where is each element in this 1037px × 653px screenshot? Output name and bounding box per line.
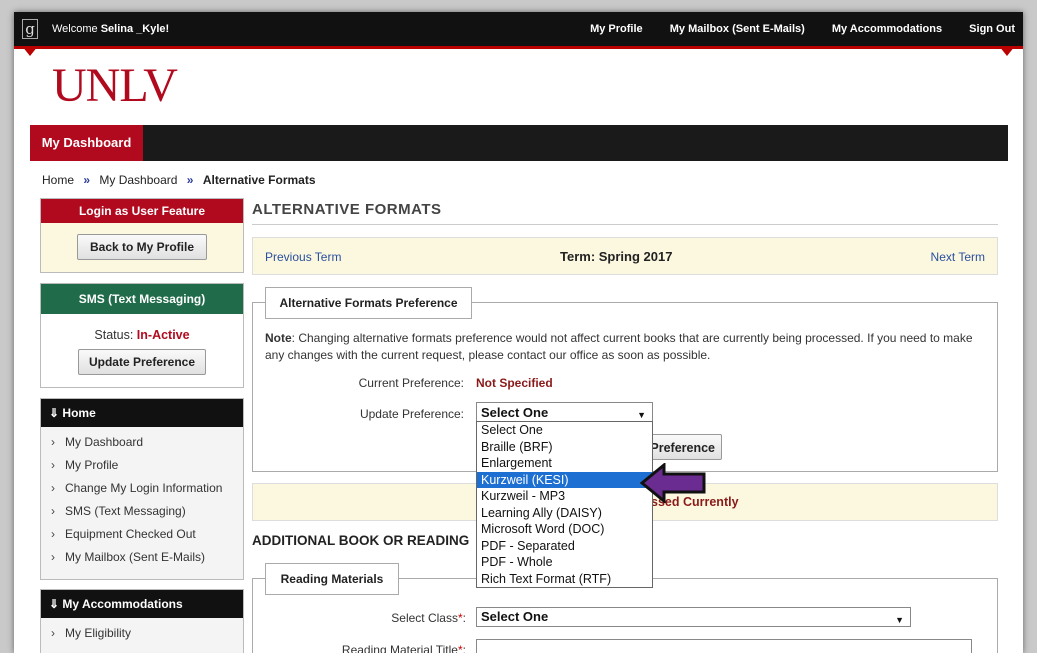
accommodations-nav-header[interactable]: ⇓ My Accommodations	[41, 590, 243, 618]
select-class-label: Select Class*:	[391, 611, 466, 625]
breadcrumb-separator-icon: »	[83, 173, 91, 187]
sms-status-value: In-Active	[136, 328, 190, 342]
chevron-right-icon: ›	[51, 504, 55, 518]
dropdown-arrow-icon: ▼	[895, 615, 904, 625]
accent-triangle-right	[999, 46, 1015, 56]
current-preference-label: Current Preference:	[358, 376, 464, 390]
breadcrumb-current: Alternative Formats	[202, 173, 316, 187]
sidebar-item-my-dashboard[interactable]: › My Dashboard	[41, 431, 243, 454]
sidebar-item-change-login[interactable]: › Change My Login Information	[41, 477, 243, 500]
page-title: ALTERNATIVE FORMATS	[252, 201, 442, 218]
chevron-right-icon: ›	[51, 481, 55, 495]
nav-my-profile[interactable]: My Profile	[590, 23, 643, 35]
reading-title-input[interactable]	[476, 639, 972, 653]
preference-legend: Alternative Formats Preference	[265, 287, 472, 319]
breadcrumb-dashboard[interactable]: My Dashboard	[99, 173, 177, 187]
breadcrumb-home[interactable]: Home	[42, 173, 74, 187]
welcome-message: Welcome Selina _Kyle!	[52, 23, 170, 35]
previous-term-link[interactable]: Previous Term	[265, 250, 341, 264]
login-as-user-panel: Login as User Feature Back to My Profile	[40, 198, 244, 273]
chevron-right-icon: ›	[51, 527, 55, 541]
user-name: Selina _Kyle!	[100, 23, 170, 35]
chevron-right-icon: ›	[51, 458, 55, 472]
reading-materials-legend: Reading Materials	[265, 563, 399, 595]
option-pdf-separated[interactable]: PDF - Separated	[477, 538, 652, 555]
chevron-right-icon: ›	[51, 626, 55, 640]
breadcrumb: Home » My Dashboard » Alternative Format…	[42, 173, 316, 187]
option-rtf[interactable]: Rich Text Format (RTF)	[477, 571, 652, 588]
option-select-one[interactable]: Select One	[477, 422, 652, 439]
tab-my-dashboard[interactable]: My Dashboard	[30, 125, 143, 161]
browser-page: g Welcome Selina _Kyle! My Profile My Ma…	[14, 12, 1023, 653]
chevron-right-icon: ›	[51, 435, 55, 449]
sms-title: SMS (Text Messaging)	[41, 284, 243, 314]
login-as-user-title: Login as User Feature	[41, 199, 243, 223]
update-preference-label: Update Preference:	[359, 407, 464, 421]
accent-triangle-left	[22, 46, 38, 56]
option-microsoft-word[interactable]: Microsoft Word (DOC)	[477, 521, 652, 538]
reading-title-label: Reading Material Title*:	[341, 643, 466, 653]
option-pdf-whole[interactable]: PDF - Whole	[477, 554, 652, 571]
preference-options-list: Select One Braille (BRF) Enlargement Kur…	[476, 421, 653, 588]
breadcrumb-separator-icon: »	[186, 173, 194, 187]
current-term: Term: Spring 2017	[560, 249, 673, 264]
home-nav-header[interactable]: ⇓ Home	[41, 399, 243, 427]
select-class-dropdown[interactable]: Select One ▼	[476, 607, 911, 627]
sms-panel: SMS (Text Messaging) Status: In-Active U…	[40, 283, 244, 388]
app-logo-icon[interactable]: g	[22, 19, 38, 39]
additional-book-title: ADDITIONAL BOOK OR READING	[252, 533, 470, 548]
chevron-right-icon: ›	[51, 550, 55, 564]
nav-my-accommodations[interactable]: My Accommodations	[832, 23, 942, 35]
top-nav: My Profile My Mailbox (Sent E-Mails) My …	[566, 23, 1015, 35]
sms-status: Status: In-Active	[94, 328, 190, 342]
sidebar-item-my-profile[interactable]: › My Profile	[41, 454, 243, 477]
preference-note: Note: Changing alternative formats prefe…	[265, 331, 973, 362]
title-divider	[252, 224, 998, 225]
option-enlargement[interactable]: Enlargement	[477, 455, 652, 472]
option-learning-ally[interactable]: Learning Ally (DAISY)	[477, 505, 652, 522]
sidebar-item-equipment[interactable]: › Equipment Checked Out	[41, 523, 243, 546]
back-to-profile-button[interactable]: Back to My Profile	[76, 234, 208, 260]
sidebar-item-sms[interactable]: › SMS (Text Messaging)	[41, 500, 243, 523]
unlv-logo[interactable]: UNLV	[52, 58, 178, 113]
double-chevron-down-icon: ⇓	[49, 406, 60, 420]
sidebar-item-mailbox[interactable]: › My Mailbox (Sent E-Mails)	[41, 546, 243, 569]
option-kurzweil-mp3[interactable]: Kurzweil - MP3	[477, 488, 652, 505]
double-chevron-down-icon: ⇓	[49, 597, 60, 611]
term-navigation: Previous Term Term: Spring 2017 Next Ter…	[252, 237, 998, 275]
accommodations-nav-panel: ⇓ My Accommodations › My Eligibility	[40, 589, 244, 653]
top-bar: g Welcome Selina _Kyle! My Profile My Ma…	[14, 12, 1023, 46]
option-kurzweil-kesi[interactable]: Kurzweil (KESI)	[477, 471, 652, 488]
current-preference-value: Not Specified	[476, 376, 553, 390]
header-accent-line	[14, 46, 1023, 49]
nav-my-mailbox[interactable]: My Mailbox (Sent E-Mails)	[670, 23, 805, 35]
home-nav-panel: ⇓ Home › My Dashboard › My Profile › Change…	[40, 398, 244, 580]
left-arrow-icon	[640, 463, 706, 503]
option-braille[interactable]: Braille (BRF)	[477, 439, 652, 456]
main-navbar: My Dashboard	[30, 125, 1008, 161]
nav-sign-out[interactable]: Sign Out	[969, 23, 1015, 35]
next-term-link[interactable]: Next Term	[931, 250, 985, 264]
update-preference-select[interactable]: Select One ▼	[476, 402, 653, 423]
sidebar-item-my-eligibility[interactable]: › My Eligibility	[41, 622, 243, 645]
update-preference-button[interactable]: Update Preference	[77, 349, 207, 375]
